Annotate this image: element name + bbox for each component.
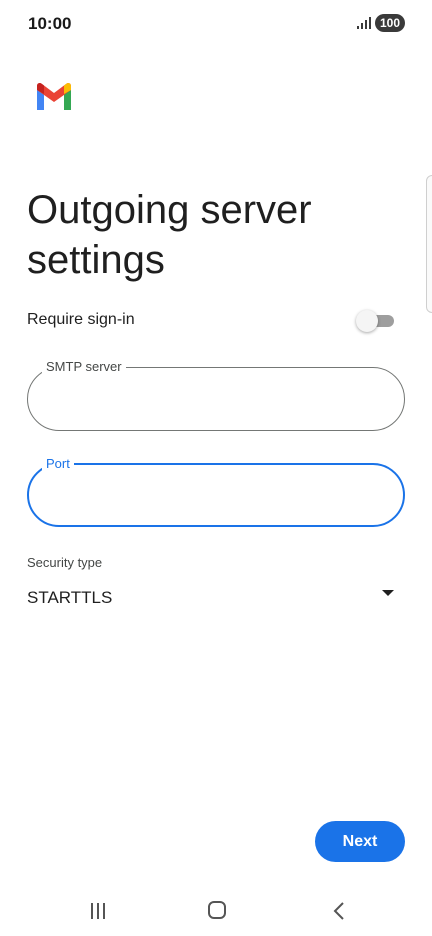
toggle-thumb [356, 310, 378, 332]
dropdown-arrow-icon [382, 590, 394, 596]
home-icon[interactable] [208, 901, 226, 919]
gmail-logo-icon [37, 82, 71, 110]
port-label: Port [42, 455, 74, 473]
port-field[interactable]: Port [27, 455, 405, 527]
smtp-server-input[interactable] [48, 386, 382, 414]
next-button[interactable]: Next [315, 821, 405, 862]
smtp-server-label: SMTP server [42, 358, 126, 376]
edge-panel-handle[interactable] [426, 175, 432, 313]
security-type-value: STARTTLS [27, 588, 113, 607]
battery-indicator: 100 [375, 14, 405, 32]
port-input[interactable] [49, 483, 383, 511]
signal-bars-icon [357, 17, 371, 29]
smtp-server-field[interactable]: SMTP server [27, 358, 405, 431]
back-icon[interactable] [332, 901, 346, 921]
navigation-bar [0, 888, 432, 936]
status-bar: 10:00 100 [0, 0, 432, 48]
status-time: 10:00 [28, 14, 72, 33]
require-signin-label: Require sign-in [27, 311, 135, 328]
security-type-label: Security type [27, 555, 103, 570]
require-signin-toggle[interactable] [356, 310, 394, 332]
security-type-dropdown[interactable]: STARTTLS [27, 582, 405, 614]
recents-icon[interactable] [89, 902, 107, 920]
page-title: Outgoing server settings [27, 187, 312, 282]
